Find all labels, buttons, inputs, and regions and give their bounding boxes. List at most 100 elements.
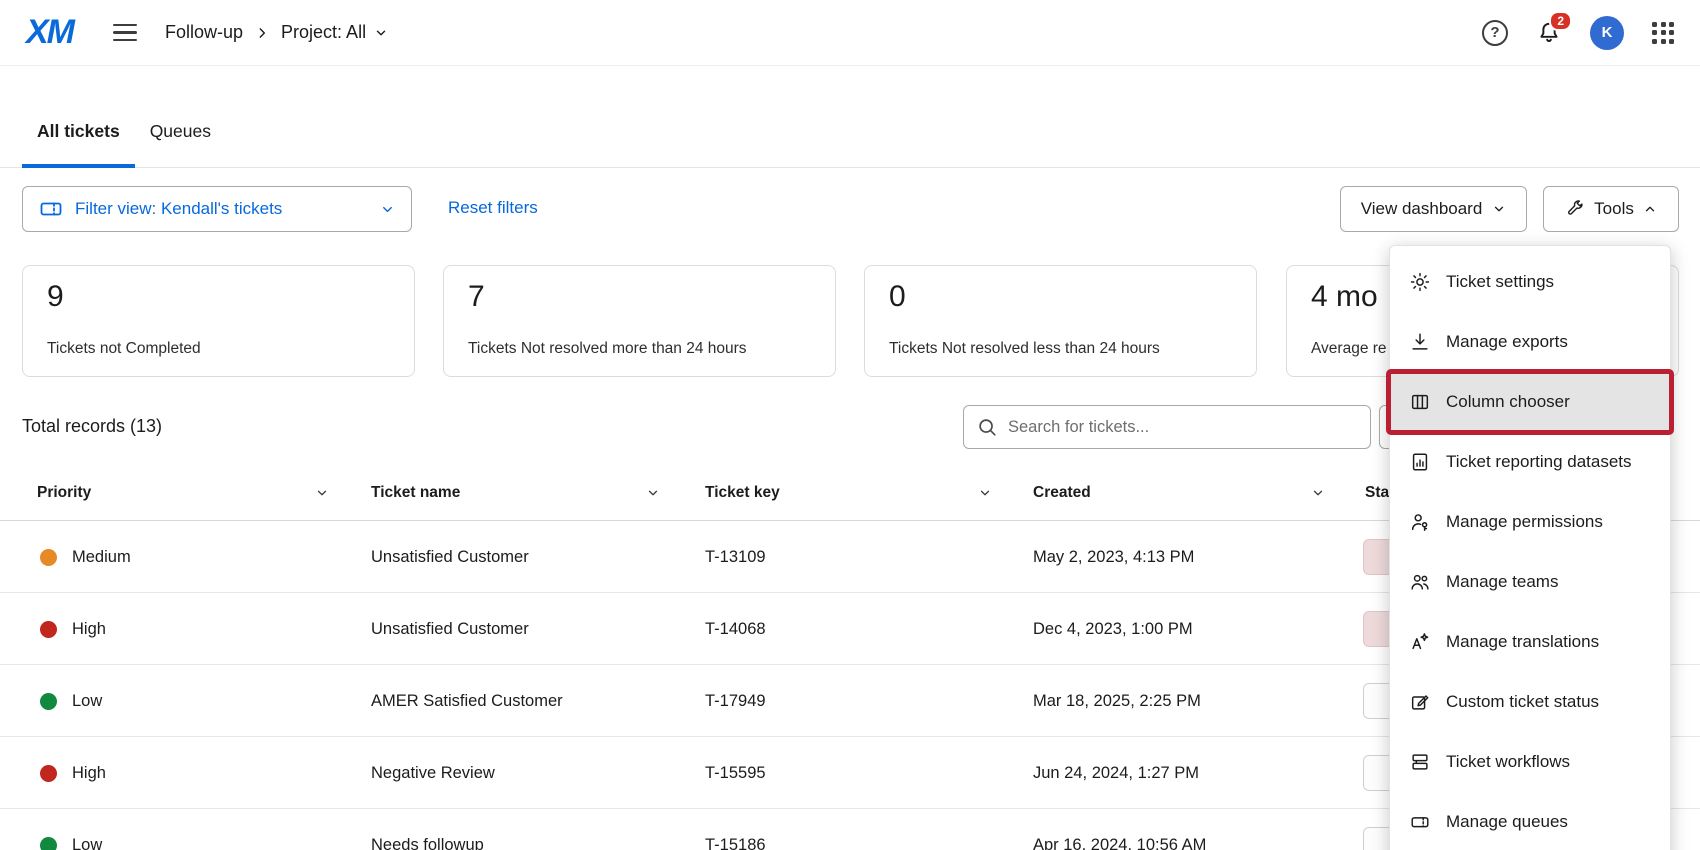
help-icon[interactable]: ? bbox=[1482, 20, 1508, 46]
created-cell: Apr 16, 2024, 10:56 AM bbox=[1033, 809, 1206, 850]
tab-queues[interactable]: Queues bbox=[135, 113, 226, 168]
ticket-key-cell: T-15186 bbox=[705, 809, 766, 850]
tab-all-tickets[interactable]: All tickets bbox=[22, 113, 135, 168]
chevron-right-icon bbox=[255, 26, 269, 40]
stat-label: Tickets Not resolved less than 24 hours bbox=[889, 340, 1232, 358]
chevron-down-icon bbox=[315, 486, 329, 500]
priority-cell: High bbox=[40, 737, 106, 809]
search-input[interactable] bbox=[1008, 418, 1358, 437]
menu-item-ticket-workflows[interactable]: Ticket workflows bbox=[1390, 732, 1670, 792]
ticket-name-cell: Needs followup bbox=[371, 809, 484, 850]
ticket-key-cell: T-13109 bbox=[705, 521, 766, 593]
chevron-down-icon bbox=[374, 26, 388, 40]
ticket-key-cell: T-14068 bbox=[705, 593, 766, 665]
search-box bbox=[963, 405, 1371, 449]
breadcrumb-section[interactable]: Follow-up bbox=[165, 22, 243, 43]
priority-dot bbox=[40, 693, 57, 710]
ticket-icon bbox=[39, 197, 63, 221]
stat-card-not-completed: 9 Tickets not Completed bbox=[22, 265, 415, 377]
apps-grid-icon[interactable] bbox=[1652, 22, 1674, 44]
chevron-down-icon bbox=[380, 202, 395, 217]
priority-dot bbox=[40, 621, 57, 638]
hamburger-menu-icon[interactable] bbox=[113, 24, 137, 42]
menu-item-column-chooser[interactable]: Column chooser bbox=[1390, 372, 1670, 432]
stat-value: 7 bbox=[468, 280, 811, 314]
chevron-up-icon bbox=[1643, 202, 1657, 216]
person-key-icon bbox=[1409, 511, 1431, 533]
tools-menu: Ticket settings Manage exports Column ch… bbox=[1389, 245, 1671, 850]
report-icon bbox=[1409, 451, 1431, 473]
priority-label: Medium bbox=[72, 548, 131, 567]
stat-label: Tickets Not resolved more than 24 hours bbox=[468, 340, 811, 358]
stat-card-over-24h: 7 Tickets Not resolved more than 24 hour… bbox=[443, 265, 836, 377]
gear-icon bbox=[1409, 271, 1431, 293]
queue-icon bbox=[1409, 811, 1431, 833]
total-records-label: Total records (13) bbox=[22, 416, 162, 437]
avatar[interactable]: K bbox=[1590, 16, 1624, 50]
app-window: XM Follow-up Project: All ? 2 K bbox=[0, 0, 1700, 850]
priority-dot bbox=[40, 837, 57, 850]
menu-item-custom-ticket-status[interactable]: Custom ticket status bbox=[1390, 672, 1670, 732]
translate-icon bbox=[1409, 631, 1431, 653]
chevron-down-icon bbox=[1492, 202, 1506, 216]
priority-cell: Medium bbox=[40, 521, 131, 593]
chevron-down-icon bbox=[1311, 486, 1325, 500]
stat-card-under-24h: 0 Tickets Not resolved less than 24 hour… bbox=[864, 265, 1257, 377]
topbar-actions: ? 2 K bbox=[1482, 16, 1674, 50]
ticket-key-cell: T-15595 bbox=[705, 737, 766, 809]
ticket-name-cell: Unsatisfied Customer bbox=[371, 593, 529, 665]
created-cell: Dec 4, 2023, 1:00 PM bbox=[1033, 593, 1193, 665]
reset-filters-link[interactable]: Reset filters bbox=[448, 198, 538, 218]
search-icon bbox=[976, 416, 998, 438]
ticket-name-cell: AMER Satisfied Customer bbox=[371, 665, 563, 737]
workflow-icon bbox=[1409, 751, 1431, 773]
xm-logo[interactable]: XM bbox=[26, 13, 73, 52]
breadcrumb: Follow-up Project: All bbox=[165, 22, 388, 43]
columns-icon bbox=[1409, 391, 1431, 413]
stat-value: 9 bbox=[47, 280, 390, 314]
priority-label: Low bbox=[72, 692, 102, 711]
created-cell: May 2, 2023, 4:13 PM bbox=[1033, 521, 1194, 593]
wrench-icon bbox=[1565, 199, 1585, 219]
menu-item-manage-exports[interactable]: Manage exports bbox=[1390, 312, 1670, 372]
ticket-key-cell: T-17949 bbox=[705, 665, 766, 737]
tabs-divider bbox=[0, 167, 1700, 168]
filter-view-dropdown[interactable]: Filter view: Kendall's tickets bbox=[22, 186, 412, 232]
priority-dot bbox=[40, 549, 57, 566]
created-cell: Mar 18, 2025, 2:25 PM bbox=[1033, 665, 1201, 737]
chevron-down-icon bbox=[978, 486, 992, 500]
people-icon bbox=[1409, 571, 1431, 593]
column-header-ticket-key[interactable]: Ticket key bbox=[705, 465, 992, 521]
priority-cell: High bbox=[40, 593, 106, 665]
ticket-name-cell: Negative Review bbox=[371, 737, 495, 809]
notifications-button[interactable]: 2 bbox=[1536, 20, 1562, 46]
priority-label: Low bbox=[72, 836, 102, 850]
notification-badge: 2 bbox=[1549, 11, 1572, 31]
created-cell: Jun 24, 2024, 1:27 PM bbox=[1033, 737, 1199, 809]
column-header-ticket-name[interactable]: Ticket name bbox=[371, 465, 660, 521]
main-tabs: All tickets Queues bbox=[22, 113, 226, 168]
stat-value: 0 bbox=[889, 280, 1232, 314]
priority-cell: Low bbox=[40, 665, 102, 737]
chevron-down-icon bbox=[646, 486, 660, 500]
ticket-name-cell: Unsatisfied Customer bbox=[371, 521, 529, 593]
menu-item-ticket-reporting-datasets[interactable]: Ticket reporting datasets bbox=[1390, 432, 1670, 492]
stat-label: Tickets not Completed bbox=[47, 340, 390, 358]
priority-label: High bbox=[72, 764, 106, 783]
edit-icon bbox=[1409, 691, 1431, 713]
menu-item-manage-translations[interactable]: Manage translations bbox=[1390, 612, 1670, 672]
menu-item-ticket-settings[interactable]: Ticket settings bbox=[1390, 252, 1670, 312]
priority-label: High bbox=[72, 620, 106, 639]
column-header-priority[interactable]: Priority bbox=[37, 465, 329, 521]
menu-item-manage-teams[interactable]: Manage teams bbox=[1390, 552, 1670, 612]
priority-dot bbox=[40, 765, 57, 782]
menu-item-manage-permissions[interactable]: Manage permissions bbox=[1390, 492, 1670, 552]
menu-item-manage-queues[interactable]: Manage queues bbox=[1390, 792, 1670, 850]
priority-cell: Low bbox=[40, 809, 102, 850]
breadcrumb-project[interactable]: Project: All bbox=[281, 22, 388, 43]
column-header-created[interactable]: Created bbox=[1033, 465, 1325, 521]
top-bar: XM Follow-up Project: All ? 2 K bbox=[0, 0, 1700, 66]
view-dashboard-button[interactable]: View dashboard bbox=[1340, 186, 1527, 232]
download-icon bbox=[1409, 331, 1431, 353]
tools-button[interactable]: Tools bbox=[1543, 186, 1679, 232]
